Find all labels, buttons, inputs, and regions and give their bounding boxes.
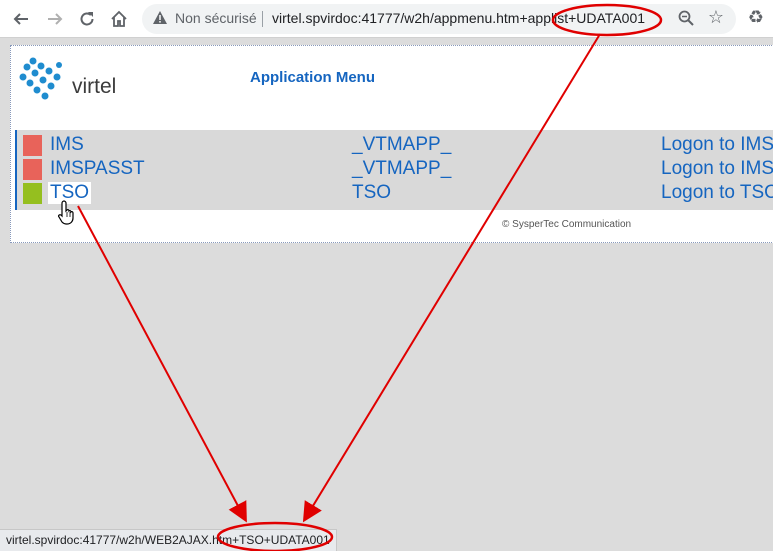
forward-icon[interactable] (43, 7, 67, 31)
address-divider (262, 11, 263, 27)
app-row-imspasst: IMSPASST _VTMAPP_ Logon to IMS (17, 158, 773, 180)
url-text[interactable]: virtel.spvirdoc:41777/w2h/appmenu.htm+ap… (272, 10, 645, 26)
page-title: Application Menu (250, 69, 375, 86)
app-template-link[interactable]: _VTMAPP_ (352, 134, 451, 156)
back-icon[interactable] (9, 7, 33, 31)
status-indicator (23, 135, 42, 156)
warning-icon[interactable] (152, 10, 168, 26)
app-row-tso: TSO TSO Logon to TSO (17, 182, 773, 204)
arrow-from-tso (77, 205, 247, 523)
logo-text: virtel (72, 75, 117, 98)
status-bar-url: virtel.spvirdoc:41777/w2h/WEB2AJAX.htm+T… (0, 529, 337, 551)
browser-toolbar: Non sécurisé virtel.spvirdoc:41777/w2h/a… (0, 0, 773, 38)
extension-icon[interactable]: ♻ (745, 7, 767, 29)
security-label[interactable]: Non sécurisé (175, 10, 257, 26)
app-name-link[interactable]: IMS (50, 134, 84, 156)
copyright-text: © SysperTec Communication (502, 219, 632, 230)
app-description-link[interactable]: Logon to IMS (661, 158, 773, 180)
app-description-link[interactable]: Logon to IMS (661, 134, 773, 156)
status-indicator (23, 159, 42, 180)
status-indicator (23, 183, 42, 204)
reload-icon[interactable] (75, 7, 99, 31)
app-template-link[interactable]: _VTMAPP_ (352, 158, 451, 180)
app-row-ims: IMS _VTMAPP_ Logon to IMS (17, 134, 773, 156)
app-name-link[interactable]: IMSPASST (50, 158, 145, 180)
star-icon[interactable]: ☆ (706, 7, 726, 28)
home-icon[interactable] (107, 7, 131, 31)
address-bar[interactable]: Non sécurisé virtel.spvirdoc:41777/w2h/a… (142, 4, 736, 34)
app-template-link[interactable]: TSO (352, 182, 391, 204)
hand-cursor-icon (57, 199, 79, 225)
application-list: IMS _VTMAPP_ Logon to IMS IMSPASST _VTMA… (15, 130, 773, 210)
zoom-icon[interactable] (676, 9, 696, 29)
app-description-link[interactable]: Logon to TSO (661, 182, 773, 204)
